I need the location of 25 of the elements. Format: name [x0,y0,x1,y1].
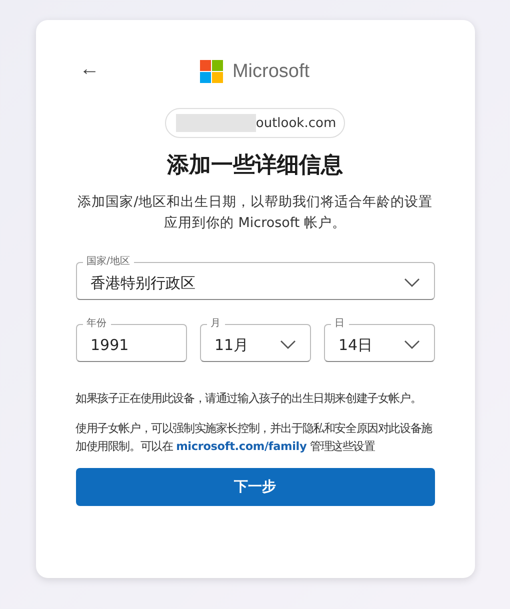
chevron-down-icon [404,340,420,350]
account-email: outlook.com [256,116,336,130]
field-value: 1991 [90,336,130,354]
date-select[interactable]: 日 14日 [324,318,434,362]
country-select[interactable]: 国家/地区 香港特别行政区 [76,256,434,300]
logo-icon [200,60,224,84]
subtitle: 添加国家/地区和出生日期，以帮助我们将适合年龄的设置应用到你的 Microsoft 帐户。 [76,193,434,233]
field-value: 11月 [214,336,250,354]
brand-name: Microsoft [232,61,310,83]
field-label: 日 [334,318,346,330]
field-value: 14日 [338,336,374,354]
next-button[interactable]: 下一步 [76,468,434,506]
chevron-down-icon [280,340,296,350]
field-label: 国家/地区 [86,256,131,268]
field-label: 月 [210,318,222,330]
family-link[interactable]: microsoft.com/family [176,440,307,453]
info-paragraph: 使用子女帐户，可以强制实施家长控制，并出于隐私和安全原因对此设备施加使用限制。可以在 microsoft.com/family 管理这些设置 [76,421,434,455]
info-paragraph: 如果孩子正在使用此设备，请通过输入孩子的出生日期来创建子女帐户。 [76,391,422,407]
back-button[interactable]: ← [76,58,104,81]
date-select[interactable]: 月 11月 [200,318,310,362]
field-label: 年份 [86,318,108,330]
field-value: 香港特别行政区 [90,274,196,292]
chevron-down-icon [404,278,420,288]
year-field[interactable]: 年份 1991 [76,318,186,362]
page-title: 添加一些详细信息 [166,152,344,180]
